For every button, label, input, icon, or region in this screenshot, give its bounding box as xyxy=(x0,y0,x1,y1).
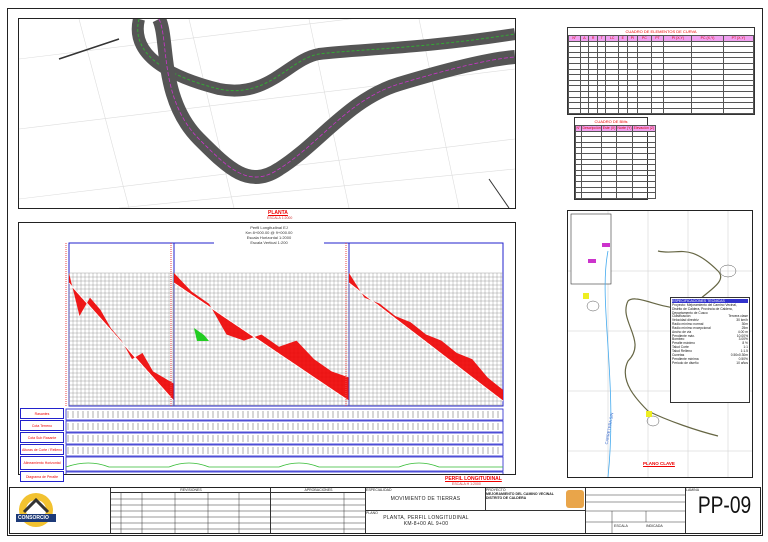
row-label: Cota Sub Rasante xyxy=(20,432,64,443)
sheet-number-box: LAMINA PP-09 xyxy=(685,488,763,533)
data-row xyxy=(65,408,504,421)
data-row xyxy=(65,444,504,457)
profile-chart xyxy=(65,242,504,474)
row-label: Alineamiento Horizontal xyxy=(20,456,64,470)
plan-name-box: PLANO PLANTA, PERFIL LONGITUDINAL KM-8+0… xyxy=(365,511,486,533)
curve-elements-table: CUADRO DE ELEMENTOS DE CURVA N° Δ R T LC E PI P… xyxy=(567,27,755,116)
profile-header: Perfil Longitudinal EJ Km 8+000.00 @ 9+0… xyxy=(214,225,324,245)
table-cell xyxy=(618,107,628,115)
curve-table-title: CUADRO DE ELEMENTOS DE CURVA xyxy=(625,29,697,34)
horizontal-alignment-line xyxy=(65,462,503,468)
table-cell xyxy=(632,192,656,199)
subgrade-line xyxy=(173,282,350,402)
key-plan-title: PLANO CLAVE xyxy=(643,461,675,466)
table-cell xyxy=(601,192,617,199)
plan-view xyxy=(18,0,516,209)
spec-row: Periodo de diseño 10 años xyxy=(672,360,748,366)
table-cell xyxy=(568,107,581,115)
key-plan: ESPECIFICACIONES TECNICAS Proyecto: Mejo… xyxy=(567,210,753,478)
profile-header-line: Escala Vertical 1:200 xyxy=(250,240,288,245)
row-label: Rasantes xyxy=(20,408,64,419)
profile-view: Perfil Longitudinal EJ Km 8+000.00 @ 9+0… xyxy=(18,222,516,483)
bm-col-header: Este (X) xyxy=(601,125,617,132)
table-cell xyxy=(615,192,634,199)
row-label: Cota Terreno xyxy=(20,420,64,431)
bm-col-header: Descripción xyxy=(580,125,603,132)
specialty-label: ESPECIALIDAD xyxy=(366,488,392,492)
bm-col-header: Elevación (Z) xyxy=(632,125,656,132)
government-seal xyxy=(566,490,584,508)
table-cell xyxy=(637,107,652,115)
technical-specs: ESPECIFICACIONES TECNICAS Proyecto: Mejo… xyxy=(670,297,750,403)
profile-scale: ESCALA H 1:2000 xyxy=(452,482,481,486)
data-row xyxy=(65,432,504,445)
table-cell xyxy=(605,107,620,115)
table-cell xyxy=(580,192,603,199)
data-row xyxy=(65,471,504,474)
profile-row-labels: Rasantes Cota Terreno Cota Sub Rasante A… xyxy=(20,408,64,483)
table-row xyxy=(575,192,656,199)
subgrade-line xyxy=(348,282,504,402)
table-cell xyxy=(691,107,724,115)
drawing-sheet: PLANTA ESCALA 1:2000 Perfil Longitudinal… xyxy=(0,0,768,542)
table-cell xyxy=(650,107,665,115)
scale-label: ESCALA xyxy=(614,524,628,528)
fill-area xyxy=(194,328,209,341)
scale-value: INDICADA xyxy=(646,524,663,528)
row-label: Diagrama de Peralte xyxy=(20,471,64,482)
table-cell xyxy=(597,107,607,115)
signatures-box: ESCALA INDICADA xyxy=(585,488,686,533)
row-label: Alturas de Corte / Relleno xyxy=(20,444,64,455)
approvals-table: APROBACIONES xyxy=(270,488,366,533)
data-row xyxy=(65,420,504,433)
company-logo: CONSORCIO xyxy=(14,490,58,532)
table-row xyxy=(568,107,755,115)
table-cell xyxy=(588,107,599,115)
specialty-box: ESPECIALIDAD MOVIMIENTO DE TIERRAS xyxy=(365,488,485,511)
revisions-table: REVISIONES xyxy=(110,488,271,533)
company-name: CONSORCIO xyxy=(18,515,49,521)
project-name: MEJORAMIENTO DEL CAMINO VECINAL DISTRITO… xyxy=(486,492,554,500)
bm-table: CUADRO DE BMs N° Descripción Este (X) Norte… xyxy=(574,117,656,200)
table-cell xyxy=(722,107,755,115)
sheet-number: PP-09 xyxy=(697,492,752,519)
project-box: PROYECTO MEJORAMIENTO DEL CAMINO VECINAL… xyxy=(485,488,585,511)
subgrade-line xyxy=(68,282,175,402)
bm-col-header: Norte (Y) xyxy=(615,125,634,132)
data-row xyxy=(65,456,504,472)
table-cell xyxy=(579,107,590,115)
plan-scale: ESCALA 1:2000 xyxy=(267,216,293,220)
plan-drawing xyxy=(18,0,516,209)
bm-table-title: CUADRO DE BMs xyxy=(594,119,628,124)
spec-label: Periodo de diseño xyxy=(672,360,699,365)
table-cell xyxy=(626,107,639,115)
plan-range: KM-8+00 AL 9+00 xyxy=(403,521,449,527)
specialty-value: MOVIMIENTO DE TIERRAS xyxy=(390,496,461,502)
title-block: CONSORCIO REVISIONES APROBACIONES ESPECI… xyxy=(9,487,761,534)
table-cell xyxy=(663,107,693,115)
spec-value: 10 años xyxy=(736,360,748,365)
